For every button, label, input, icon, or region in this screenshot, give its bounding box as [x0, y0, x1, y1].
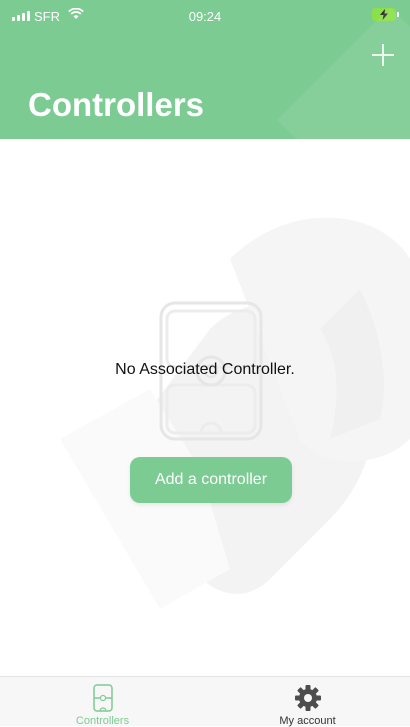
empty-state-message: No Associated Controller.: [115, 361, 295, 378]
clock-time: 09:24: [188, 9, 222, 24]
add-controller-button[interactable]: Add a controller: [130, 457, 292, 503]
plus-icon[interactable]: [370, 42, 396, 68]
tab-label-controllers: Controllers: [75, 715, 130, 727]
battery-charging-icon: [372, 8, 399, 21]
app-header: SFR 09:24 Controllers: [0, 0, 410, 139]
controller-icon: [92, 684, 113, 712]
main-content: No Associated Controller. Add a controll…: [0, 139, 410, 676]
gear-icon: [294, 685, 321, 711]
tab-controllers[interactable]: Controllers: [0, 677, 205, 727]
tab-label-my-account: My account: [279, 715, 336, 727]
tab-bar: Controllers My account: [0, 676, 410, 727]
page-title: Controllers: [28, 86, 205, 123]
tab-my-account[interactable]: My account: [205, 677, 410, 727]
status-bar: SFR 09:24: [0, 0, 410, 36]
